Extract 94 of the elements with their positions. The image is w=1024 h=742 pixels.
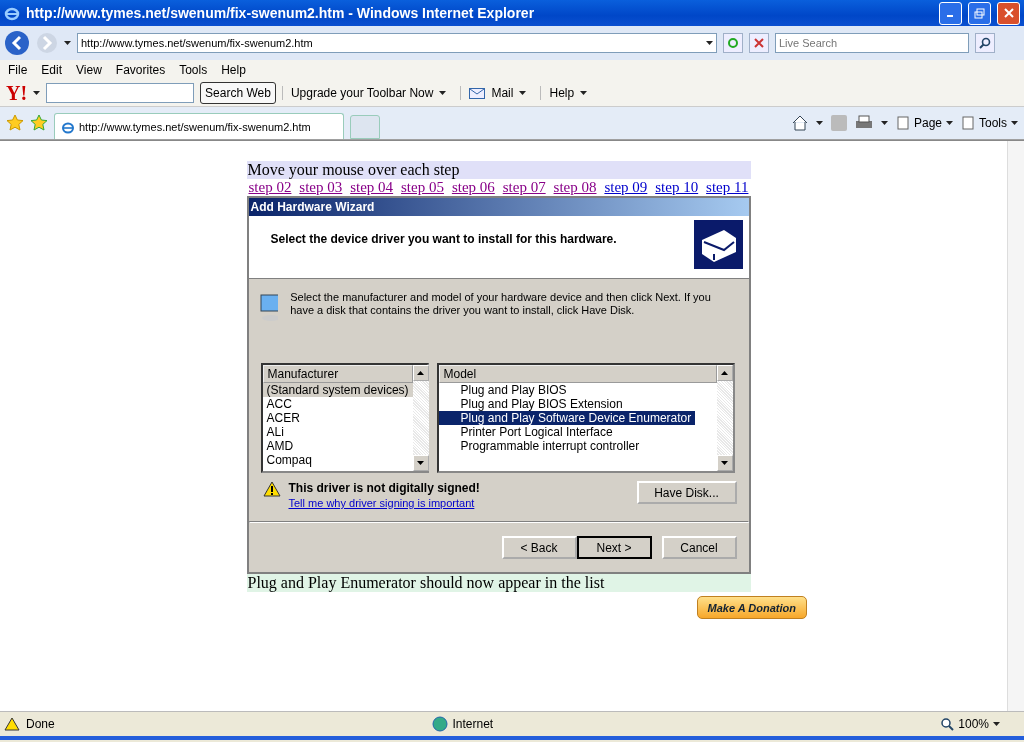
search-web-button[interactable]: Search Web [200,82,276,104]
caret-icon[interactable] [580,91,588,95]
column-header[interactable]: Model [438,365,717,383]
page-heading: Move your mouse over each step [246,161,751,179]
caret-icon[interactable] [815,121,823,125]
list-item[interactable]: ALi [262,425,288,439]
hardware-icon [693,220,743,269]
menu-item[interactable]: File [8,63,28,77]
step-link[interactable]: step 10 [655,179,699,196]
scroll-down-icon[interactable] [716,455,733,471]
home-icon[interactable] [791,115,808,131]
search-icon[interactable] [975,33,995,53]
step-link[interactable]: step 02 [248,179,292,196]
menu-item[interactable]: View [76,63,102,77]
driver-signing-link[interactable]: Tell me why driver signing is important [288,497,480,509]
browser-logo-icon [4,5,20,21]
list-item[interactable]: Programmable interrupt controller [438,439,644,453]
list-item[interactable]: Plug and Play BIOS Extension [438,397,627,411]
list-item[interactable]: Plug and Play BIOS [438,383,571,397]
toolbar-item[interactable]: Mail [491,86,514,100]
zone-text: Internet [452,717,494,731]
page-icon [895,116,910,130]
globe-icon [432,716,449,732]
list-item[interactable]: AMD [262,439,298,453]
list-item[interactable]: ACC [262,397,296,411]
column-header[interactable]: Manufacturer [262,365,413,383]
caret-icon[interactable] [1011,121,1018,125]
step-link[interactable]: step 08 [553,179,597,196]
step-link[interactable]: step 05 [401,179,444,196]
warning-text: This driver is not digitally signed! [288,481,480,495]
window-title: http://www.tymes.net/swenum/fix-swenum2.htm - Windows Internet Explorer [26,5,536,21]
step-link[interactable]: step 11 [706,179,749,196]
have-disk-button[interactable]: Have Disk... [636,481,737,504]
list-item[interactable]: Plug and Play Software Device Enumerator [438,411,696,425]
step-link[interactable]: step 06 [451,179,495,196]
refresh-icon[interactable] [723,33,743,53]
stop-icon[interactable] [749,33,769,53]
wizard-button[interactable]: < Back [501,536,577,559]
list-item[interactable]: (Standard system devices) [262,383,413,397]
caret-icon[interactable] [880,121,888,125]
toolbar-logo-icon[interactable]: Y! [6,81,28,105]
wizard-button[interactable]: Next > [576,536,652,559]
menu-item[interactable]: Tools [179,63,208,77]
close-icon[interactable] [997,1,1020,25]
scrollbar[interactable] [1007,141,1024,711]
warning-icon [4,717,20,731]
step-link[interactable]: step 04 [350,179,394,196]
caption-text: Plug and Play Enumerator should now appear in the list [246,574,751,592]
caret-icon[interactable] [993,722,1000,726]
scrollbar[interactable] [716,365,733,471]
computer-icon [258,291,279,323]
command-button[interactable]: Tools [979,116,1007,130]
back-icon[interactable] [4,30,30,56]
minimize-icon[interactable] [939,1,962,25]
step-link[interactable]: step 07 [502,179,546,196]
restore-icon[interactable] [968,1,991,25]
menu-item[interactable]: Help [221,63,246,77]
tab-label: http://www.tymes.net/swenum/fix-swenum2.htm [79,120,311,133]
envelope-icon [469,87,486,99]
dialog-title: Add Hardware Wizard [248,198,749,216]
scrollbar[interactable] [412,365,429,471]
caret-icon[interactable] [706,41,713,45]
address-field[interactable]: http://www.tymes.net/swenum/fix-swenum2.htm [77,33,717,53]
search-field[interactable]: Live Search [775,33,969,53]
menu-item[interactable]: Edit [41,63,63,77]
manufacturer-list[interactable]: Manufacturer (Standard system devices) ACC ACER ALi AMD Compaq [260,363,429,473]
browser-tab[interactable]: http://www.tymes.net/swenum/fix-swenum2.htm [54,113,344,139]
caret-icon[interactable] [33,91,41,95]
warning-icon [262,481,281,497]
step-link[interactable]: step 03 [299,179,343,196]
model-list[interactable]: Model Plug and Play BIOS Plug and Play BIOS Extension Plug and Play Software Device Enumerator Printer Port Logical Interface Programmable interrupt controller [436,363,735,473]
zoom-level[interactable]: 100% [958,717,989,731]
toolbar-search-field[interactable] [46,83,195,103]
list-item[interactable]: Printer Port Logical Interface [438,425,617,439]
menu-item[interactable]: Favorites [115,63,166,77]
caret-icon[interactable] [519,91,527,95]
toolbar-item[interactable]: Upgrade your Toolbar Now [290,86,434,100]
toolbar-item[interactable]: Help [549,86,575,100]
status-text: Done [26,717,55,731]
instruction-text: Select the manufacturer and model of your hardware device and then click Next. If you have a disk that contains the driver you want to install, click Have Disk. [290,291,712,318]
star-icon[interactable] [6,114,24,132]
caret-icon[interactable] [64,41,71,45]
caret-icon[interactable] [439,91,447,95]
command-button[interactable]: Page [913,116,942,130]
list-item[interactable]: Compaq [262,453,316,467]
zoom-icon[interactable] [940,717,955,731]
donate-button[interactable]: Make A Donation [696,596,807,619]
dialog-header-text: Select the device driver you want to install for this hardware. [270,232,617,246]
step-link[interactable]: step 09 [604,179,648,196]
list-item[interactable]: ACER [262,411,304,425]
caret-icon[interactable] [946,121,953,125]
scroll-down-icon[interactable] [412,455,429,471]
wizard-button[interactable]: Cancel [661,536,737,559]
printer-icon[interactable] [854,115,873,131]
